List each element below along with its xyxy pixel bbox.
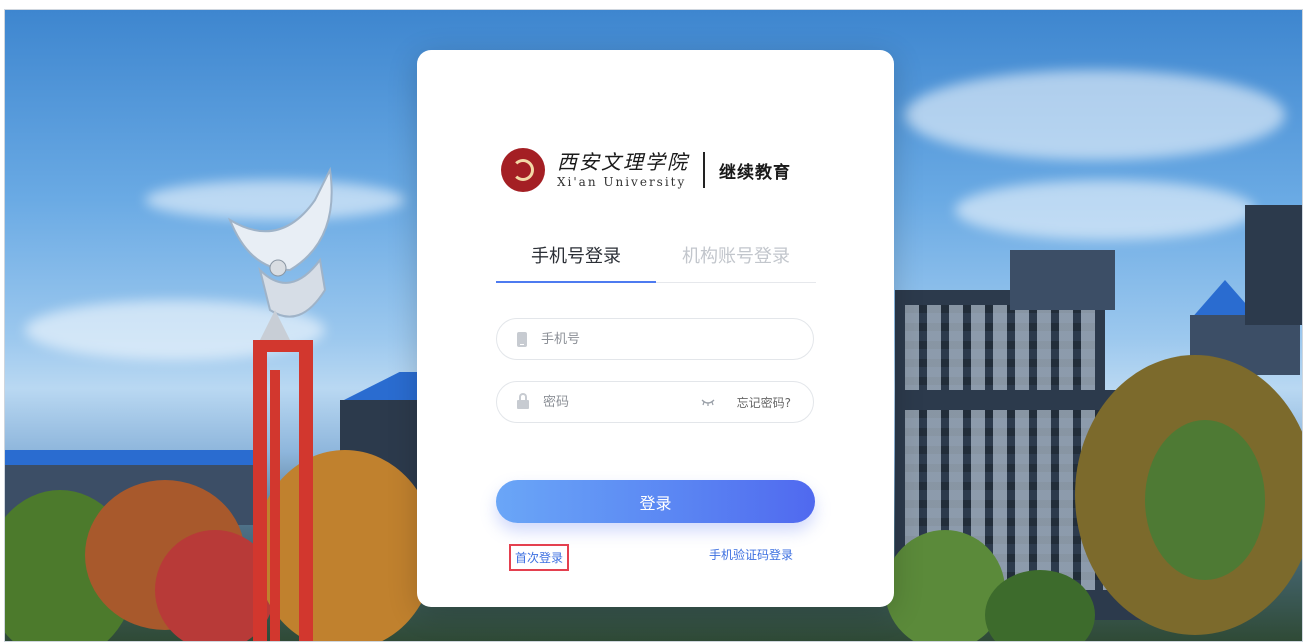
eye-closed-icon[interactable] xyxy=(701,396,715,409)
password-field[interactable]: 忘记密码? xyxy=(496,381,814,423)
phone-input[interactable] xyxy=(539,330,703,348)
university-seal-icon xyxy=(501,148,545,192)
login-card: 西安文理学院 Xi'an University 继续教育 手机号登录 机构账号登… xyxy=(417,50,894,607)
university-name-en: Xi'an University xyxy=(557,175,687,189)
lock-icon xyxy=(517,393,529,409)
tab-org-account-login[interactable]: 机构账号登录 xyxy=(656,240,816,282)
section-title: 继续教育 xyxy=(719,162,791,183)
login-tabs: 手机号登录 机构账号登录 xyxy=(496,240,816,283)
login-button[interactable]: 登录 xyxy=(496,480,815,523)
forgot-password-link[interactable]: 忘记密码? xyxy=(737,394,791,411)
login-page: 西安文理学院 Xi'an University 继续教育 手机号登录 机构账号登… xyxy=(4,9,1303,642)
logo-block: 西安文理学院 Xi'an University 继续教育 xyxy=(501,148,791,192)
first-login-link[interactable]: 首次登录 xyxy=(509,544,570,571)
phone-field[interactable] xyxy=(496,318,814,360)
sms-code-login-link[interactable]: 手机验证码登录 xyxy=(709,546,793,563)
tab-phone-login[interactable]: 手机号登录 xyxy=(496,240,656,282)
phone-icon xyxy=(517,331,527,347)
university-name-cn: 西安文理学院 xyxy=(557,150,689,174)
password-input[interactable] xyxy=(541,393,705,411)
logo-divider xyxy=(703,152,705,188)
active-tab-indicator xyxy=(496,281,656,283)
